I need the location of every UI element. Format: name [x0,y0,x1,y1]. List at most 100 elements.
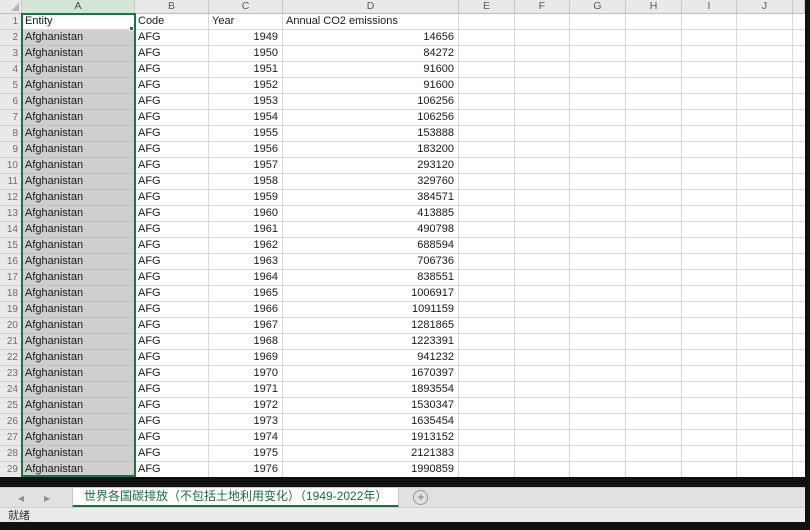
cell-code[interactable]: Code [135,14,209,30]
row-number[interactable]: 14 [0,222,22,238]
cell-year[interactable]: 1966 [209,302,283,318]
cell-empty[interactable] [459,398,515,414]
cell-empty[interactable] [682,446,737,462]
cell-empty[interactable] [515,158,570,174]
cell-code[interactable]: AFG [135,46,209,62]
cell-empty[interactable] [626,62,682,78]
cell-empty[interactable] [515,94,570,110]
cell-code[interactable]: AFG [135,254,209,270]
cell-empty[interactable] [737,446,793,462]
cell-empty[interactable] [793,366,805,382]
cell-year[interactable]: 1952 [209,78,283,94]
cell-empty[interactable] [459,142,515,158]
cell-empty[interactable] [515,414,570,430]
cell-year[interactable]: 1960 [209,206,283,222]
row-number[interactable]: 20 [0,318,22,334]
cell-empty[interactable] [793,318,805,334]
row-number[interactable]: 15 [0,238,22,254]
cell-empty[interactable] [793,78,805,94]
cell-empty[interactable] [570,30,626,46]
cell-code[interactable]: AFG [135,398,209,414]
cell-empty[interactable] [626,222,682,238]
cell-year[interactable]: 1975 [209,446,283,462]
column-header-A[interactable]: A [22,0,135,14]
cell-empty[interactable] [570,366,626,382]
cell-emissions[interactable]: 293120 [283,158,459,174]
cell-empty[interactable] [626,238,682,254]
row-number[interactable]: 3 [0,46,22,62]
row-number[interactable]: 4 [0,62,22,78]
cell-empty[interactable] [570,254,626,270]
cell-emissions[interactable]: 1893554 [283,382,459,398]
cell-emissions[interactable]: 838551 [283,270,459,286]
cell-empty[interactable] [570,142,626,158]
cell-emissions[interactable]: 688594 [283,238,459,254]
cell-empty[interactable] [570,286,626,302]
cell-empty[interactable] [737,222,793,238]
row-number[interactable]: 21 [0,334,22,350]
cell-empty[interactable] [459,366,515,382]
cell-year[interactable]: 1976 [209,462,283,477]
cell-empty[interactable] [626,206,682,222]
cell-empty[interactable] [459,446,515,462]
row-number[interactable]: 5 [0,78,22,94]
cell-code[interactable]: AFG [135,174,209,190]
cell-empty[interactable] [515,62,570,78]
cell-year[interactable]: 1961 [209,222,283,238]
cell-empty[interactable] [682,366,737,382]
cell-empty[interactable] [626,126,682,142]
cell-empty[interactable] [682,350,737,366]
cell-empty[interactable] [682,414,737,430]
cell-empty[interactable] [459,318,515,334]
cell-empty[interactable] [793,158,805,174]
cell-empty[interactable] [459,206,515,222]
cell-empty[interactable] [682,30,737,46]
cell-empty[interactable] [737,286,793,302]
cell-empty[interactable] [737,126,793,142]
cell-empty[interactable] [626,78,682,94]
cell-entity[interactable]: Afghanistan [22,206,135,222]
cell-empty[interactable] [515,446,570,462]
cell-empty[interactable] [793,94,805,110]
cell-entity[interactable]: Afghanistan [22,126,135,142]
cell-year[interactable]: 1962 [209,238,283,254]
cell-empty[interactable] [570,446,626,462]
cell-empty[interactable] [570,94,626,110]
cell-empty[interactable] [793,110,805,126]
row-number[interactable]: 23 [0,366,22,382]
cell-year[interactable]: 1953 [209,94,283,110]
cell-empty[interactable] [737,94,793,110]
cell-empty[interactable] [515,14,570,30]
cell-entity[interactable]: Afghanistan [22,94,135,110]
cell-empty[interactable] [737,62,793,78]
cell-code[interactable]: AFG [135,238,209,254]
cell-empty[interactable] [793,206,805,222]
cell-empty[interactable] [682,430,737,446]
cell-empty[interactable] [459,350,515,366]
cell-empty[interactable] [793,190,805,206]
cell-empty[interactable] [793,62,805,78]
cell-year[interactable]: 1967 [209,318,283,334]
cell-emissions[interactable]: 14656 [283,30,459,46]
cell-code[interactable]: AFG [135,94,209,110]
cell-emissions[interactable]: 413885 [283,206,459,222]
column-header-B[interactable]: B [135,0,209,14]
cell-entity[interactable]: Afghanistan [22,270,135,286]
cell-empty[interactable] [515,238,570,254]
cell-empty[interactable] [515,270,570,286]
row-number[interactable]: 28 [0,446,22,462]
cell-empty[interactable] [515,190,570,206]
cell-empty[interactable] [626,110,682,126]
row-number[interactable]: 11 [0,174,22,190]
cell-empty[interactable] [459,238,515,254]
cell-empty[interactable] [682,318,737,334]
cell-empty[interactable] [737,174,793,190]
cell-empty[interactable] [626,366,682,382]
cell-empty[interactable] [682,62,737,78]
cell-empty[interactable] [682,174,737,190]
cell-year[interactable]: 1972 [209,398,283,414]
cell-empty[interactable] [515,206,570,222]
cell-empty[interactable] [515,286,570,302]
cell-empty[interactable] [737,414,793,430]
cell-emissions[interactable]: 329760 [283,174,459,190]
